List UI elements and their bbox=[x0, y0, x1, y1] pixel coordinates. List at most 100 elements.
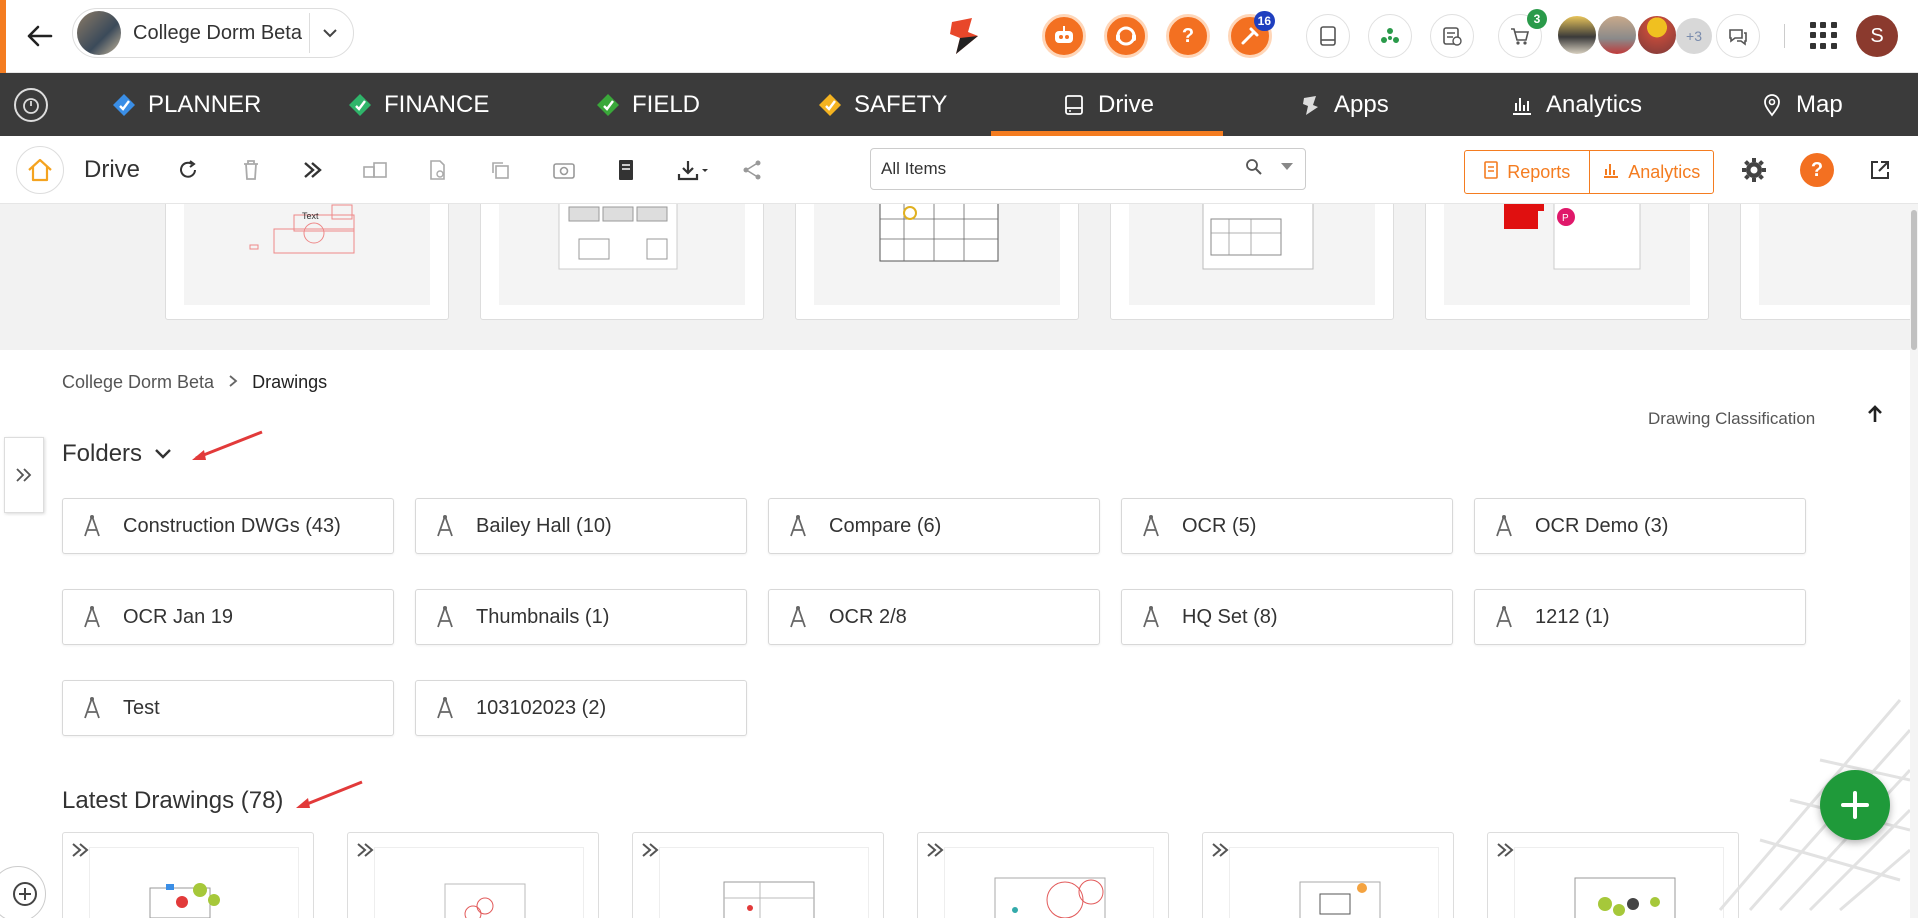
drafting-compass-icon bbox=[1138, 513, 1164, 539]
drawing-card[interactable] bbox=[632, 832, 884, 918]
caret-down-icon[interactable] bbox=[1281, 163, 1293, 170]
folder-label: HQ Set (8) bbox=[1182, 605, 1278, 628]
planner-icon bbox=[110, 91, 138, 119]
thumbnail-card[interactable]: Text bbox=[165, 204, 449, 320]
drafting-compass-icon bbox=[1491, 513, 1517, 539]
search-input[interactable]: All Items bbox=[870, 148, 1306, 190]
reports-button[interactable]: Reports bbox=[1465, 151, 1589, 193]
analytics-label: Analytics bbox=[1628, 161, 1701, 182]
chat-icon[interactable] bbox=[1716, 14, 1760, 58]
breadcrumb-root[interactable]: College Dorm Beta bbox=[62, 372, 214, 393]
latest-title: Latest Drawings (78) bbox=[62, 787, 284, 814]
drawing-card[interactable] bbox=[347, 832, 599, 918]
chevron-down-icon[interactable] bbox=[309, 13, 349, 53]
team-avatars[interactable]: +3 bbox=[1556, 14, 1712, 58]
nav-safety[interactable]: SAFETY bbox=[816, 73, 947, 136]
drawing-card[interactable] bbox=[62, 832, 314, 918]
home-icon[interactable] bbox=[16, 146, 64, 194]
add-circle-icon[interactable] bbox=[0, 866, 46, 918]
folder-label: OCR (5) bbox=[1182, 514, 1257, 537]
folder-item[interactable]: Compare (6) bbox=[768, 498, 1100, 554]
folder-item[interactable]: OCR Demo (3) bbox=[1474, 498, 1806, 554]
folders-section-title[interactable]: Folders bbox=[62, 440, 172, 468]
checklist-icon[interactable] bbox=[1430, 14, 1474, 58]
nav-apps[interactable]: Apps bbox=[1296, 73, 1389, 136]
document-icon[interactable] bbox=[1306, 14, 1350, 58]
nav-planner[interactable]: PLANNER bbox=[110, 73, 261, 136]
thumbnail-card[interactable] bbox=[1740, 204, 1918, 320]
folder-item[interactable]: Test bbox=[62, 680, 394, 736]
document-icon[interactable] bbox=[610, 154, 642, 186]
move-icon[interactable] bbox=[359, 154, 391, 186]
timer-icon[interactable] bbox=[14, 88, 48, 122]
drafting-compass-icon bbox=[432, 604, 458, 630]
project-selector[interactable]: College Dorm Beta bbox=[72, 8, 354, 58]
support-icon[interactable] bbox=[1104, 14, 1148, 58]
drafting-compass-icon bbox=[1491, 604, 1517, 630]
nav-analytics[interactable]: Analytics bbox=[1508, 73, 1642, 136]
nav-planner-label: PLANNER bbox=[148, 90, 262, 118]
folder-label: Thumbnails (1) bbox=[476, 605, 610, 628]
folder-item[interactable]: Thumbnails (1) bbox=[415, 589, 747, 645]
tasks-icon[interactable]: 16 bbox=[1228, 11, 1275, 58]
back-arrow-icon[interactable] bbox=[24, 20, 56, 52]
download-icon[interactable] bbox=[674, 154, 714, 186]
brand-logo-icon[interactable] bbox=[942, 14, 986, 58]
thumbnail-card[interactable] bbox=[480, 204, 764, 320]
separator bbox=[1784, 24, 1785, 48]
copy-icon[interactable] bbox=[484, 154, 516, 186]
transmittal-icon[interactable] bbox=[298, 154, 330, 186]
nav-finance[interactable]: FINANCE bbox=[346, 73, 489, 136]
help-icon[interactable]: ? bbox=[1166, 14, 1210, 58]
thumbnail-card[interactable] bbox=[1110, 204, 1394, 320]
thumbnail-preview: P bbox=[1444, 204, 1690, 305]
external-link-icon[interactable] bbox=[1864, 154, 1896, 186]
avatar[interactable] bbox=[1636, 14, 1678, 56]
more-avatars-badge[interactable]: +3 bbox=[1676, 18, 1712, 54]
analytics-button[interactable]: Analytics bbox=[1588, 151, 1714, 193]
help-icon[interactable]: ? bbox=[1800, 153, 1834, 187]
gear-icon[interactable] bbox=[1738, 154, 1770, 186]
bot-icon[interactable] bbox=[1042, 14, 1086, 58]
sort-up-arrow-icon[interactable] bbox=[1866, 404, 1884, 430]
cart-icon[interactable]: 3 bbox=[1498, 9, 1547, 58]
nav-field[interactable]: FIELD bbox=[594, 73, 700, 136]
scrollbar-thumb[interactable] bbox=[1911, 210, 1917, 350]
network-icon[interactable] bbox=[1368, 14, 1412, 58]
avatar[interactable] bbox=[1556, 14, 1598, 56]
drawing-card[interactable] bbox=[1202, 832, 1454, 918]
user-avatar[interactable]: S bbox=[1856, 15, 1898, 57]
sort-by-label[interactable]: Drawing Classification bbox=[1648, 409, 1815, 429]
share-icon[interactable] bbox=[736, 154, 768, 186]
refresh-icon[interactable] bbox=[172, 154, 204, 186]
folder-item[interactable]: 1212 (1) bbox=[1474, 589, 1806, 645]
thumbnail-card[interactable] bbox=[795, 204, 1079, 320]
drawing-card[interactable] bbox=[917, 832, 1169, 918]
thumbnail-preview bbox=[499, 204, 745, 305]
folder-label: OCR Demo (3) bbox=[1535, 514, 1669, 537]
nav-drive[interactable]: Drive bbox=[991, 73, 1223, 136]
file-settings-icon[interactable] bbox=[422, 154, 454, 186]
nav-map[interactable]: Map bbox=[1758, 73, 1843, 136]
camera-folder-icon[interactable] bbox=[548, 154, 580, 186]
folder-item[interactable]: OCR Jan 19 bbox=[62, 589, 394, 645]
folder-item[interactable]: Bailey Hall (10) bbox=[415, 498, 747, 554]
chevron-down-icon[interactable] bbox=[154, 444, 172, 465]
avatar[interactable] bbox=[1596, 14, 1638, 56]
folder-item[interactable]: OCR 2/8 bbox=[768, 589, 1100, 645]
drawing-preview bbox=[374, 847, 584, 918]
folder-item[interactable]: OCR (5) bbox=[1121, 498, 1453, 554]
folder-item[interactable]: 103102023 (2) bbox=[415, 680, 747, 736]
thumbnail-card[interactable]: P bbox=[1425, 204, 1709, 320]
apps-grid-icon[interactable] bbox=[1810, 22, 1838, 50]
add-button[interactable] bbox=[1820, 770, 1890, 840]
project-avatar bbox=[77, 11, 121, 55]
folder-item[interactable]: Construction DWGs (43) bbox=[62, 498, 394, 554]
folder-item[interactable]: HQ Set (8) bbox=[1121, 589, 1453, 645]
accent-stripe bbox=[0, 0, 6, 73]
search-icon[interactable] bbox=[1245, 158, 1263, 181]
expand-sidebar-button[interactable] bbox=[4, 437, 44, 513]
scrollbar[interactable] bbox=[1910, 204, 1918, 918]
thumbnail-preview bbox=[1129, 204, 1375, 305]
trash-icon[interactable] bbox=[235, 154, 267, 186]
